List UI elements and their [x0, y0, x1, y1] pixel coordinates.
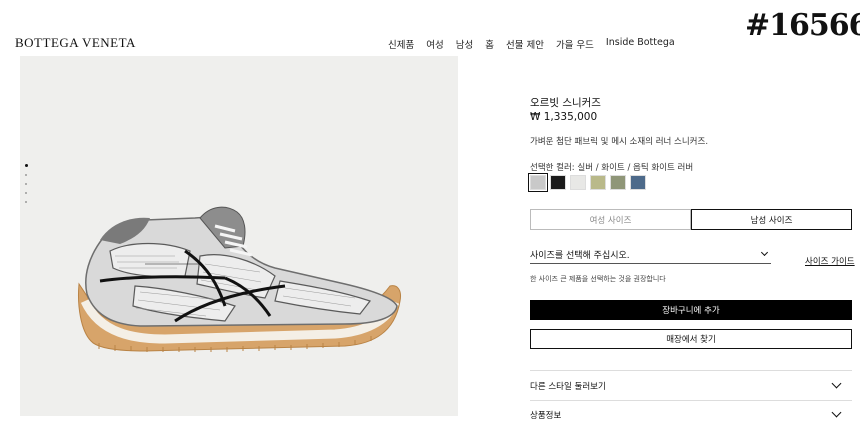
- nav-item-home[interactable]: 홈: [485, 37, 494, 51]
- nav-item-inside-bottega[interactable]: Inside Bottega: [606, 37, 675, 51]
- nav-item-women[interactable]: 여성: [426, 37, 443, 51]
- nav-item-men[interactable]: 남성: [456, 37, 473, 51]
- color-swatch[interactable]: [590, 175, 606, 190]
- find-in-store-button[interactable]: 매장에서 찾기: [530, 329, 852, 349]
- gallery-dot[interactable]: [25, 174, 27, 176]
- accordion-product-info[interactable]: 상품정보: [530, 400, 852, 428]
- gallery-dot[interactable]: [25, 201, 27, 203]
- size-select[interactable]: 사이즈를 선택해 주십시오.: [530, 248, 771, 264]
- chevron-down-icon: [831, 378, 842, 389]
- color-swatch[interactable]: [570, 175, 586, 190]
- product-gallery[interactable]: [20, 56, 458, 416]
- selected-color-label: 선택한 컬러: 실버 / 화이트 / 옵틱 화이트 러버: [530, 163, 694, 173]
- size-select-value: 사이즈를 선택해 주십시오.: [530, 251, 630, 261]
- gallery-pagination: [25, 164, 28, 203]
- nav-item-new[interactable]: 신제품: [388, 37, 414, 51]
- tab-women-size[interactable]: 여성 사이즈: [530, 209, 691, 230]
- chevron-down-icon: [831, 407, 842, 418]
- product-price: ₩ 1,335,000: [530, 111, 598, 123]
- accordion-other-styles[interactable]: 다른 스타일 둘러보기: [530, 370, 852, 400]
- product-description: 가벼운 첨단 패브릭 및 메시 소재의 러너 스니커즈.: [530, 137, 709, 147]
- size-guide-link[interactable]: 사이즈 가이드: [805, 255, 855, 267]
- tab-men-size[interactable]: 남성 사이즈: [691, 209, 852, 230]
- size-note: 한 사이즈 큰 제품을 선택하는 것을 권장합니다: [530, 275, 666, 283]
- product-page: BOTTEGA VENETA 신제품 여성 남성 홈 선물 제안 가을 우드 I…: [0, 0, 860, 447]
- color-swatch[interactable]: [550, 175, 566, 190]
- color-swatches: [528, 173, 646, 192]
- product-title: 오르빗 스니커즈: [530, 97, 601, 109]
- size-gender-tabs: 여성 사이즈 남성 사이즈: [530, 209, 852, 230]
- gallery-dot[interactable]: [25, 164, 28, 167]
- brand-logo[interactable]: BOTTEGA VENETA: [15, 35, 136, 51]
- gallery-dot[interactable]: [25, 192, 27, 194]
- gallery-dot[interactable]: [25, 183, 27, 185]
- color-swatch[interactable]: [630, 175, 646, 190]
- accordion-label: 상품정보: [530, 410, 562, 421]
- color-swatch[interactable]: [528, 173, 548, 192]
- color-swatch[interactable]: [610, 175, 626, 190]
- chevron-down-icon: [760, 248, 769, 257]
- main-nav: 신제품 여성 남성 홈 선물 제안 가을 우드 Inside Bottega: [388, 37, 675, 51]
- nav-item-autumn-wood[interactable]: 가을 우드: [556, 37, 594, 51]
- nav-item-gifts[interactable]: 선물 제안: [506, 37, 544, 51]
- add-to-cart-button[interactable]: 장바구니에 추가: [530, 300, 852, 320]
- sneaker-image: [78, 206, 401, 352]
- reference-badge: #16566: [745, 8, 860, 43]
- accordion-label: 다른 스타일 둘러보기: [530, 381, 606, 392]
